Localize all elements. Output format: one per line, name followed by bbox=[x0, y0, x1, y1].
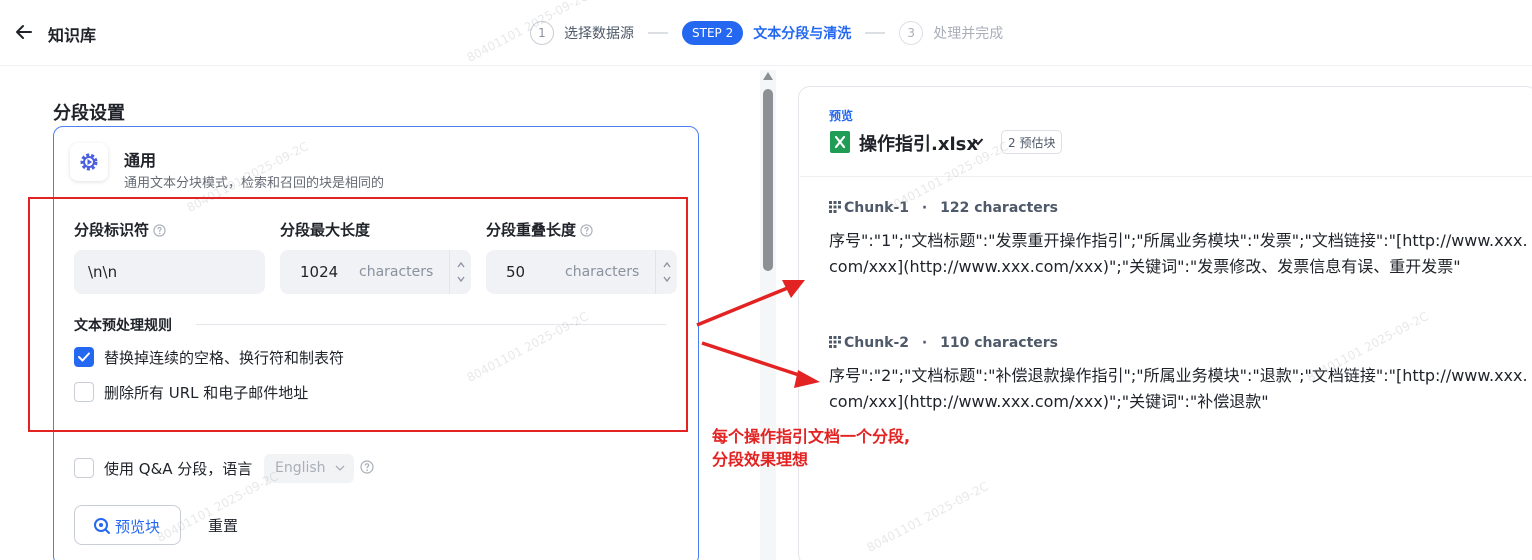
chunk-2-title: Chunk-2 bbox=[844, 335, 910, 351]
top-bar: 知识库 1 选择数据源 STEP 2 文本分段与清洗 3 处理并完成 bbox=[0, 0, 1532, 66]
reset-button[interactable]: 重置 bbox=[208, 515, 238, 536]
preview-label: 预览 bbox=[829, 109, 854, 123]
mode-name: 通用 bbox=[124, 151, 157, 170]
arrow-up-right bbox=[696, 280, 805, 327]
step-divider bbox=[648, 32, 668, 34]
language-value: English bbox=[275, 460, 326, 476]
chevron-down-icon bbox=[335, 465, 345, 471]
step-2-label: 文本分段与清洗 bbox=[753, 26, 852, 42]
stepper: 1 选择数据源 STEP 2 文本分段与清洗 3 处理并完成 bbox=[530, 21, 1003, 45]
preview-divider bbox=[800, 176, 1532, 177]
step-1-label: 选择数据源 bbox=[564, 26, 634, 42]
gear-icon bbox=[80, 153, 98, 171]
mode-icon-box bbox=[70, 143, 108, 181]
annotation-line-1: 每个操作指引文档一个分段, bbox=[712, 427, 911, 446]
preview-search-icon bbox=[94, 518, 110, 534]
qa-label[interactable]: 使用 Q&A 分段，语言 bbox=[104, 458, 252, 479]
section-title: 分段设置 bbox=[53, 103, 125, 124]
step-2-pill: STEP 2 bbox=[682, 21, 744, 45]
scroll-up-arrow-icon[interactable] bbox=[763, 72, 773, 80]
chunk-1-header: Chunk-1 · 122 characters bbox=[829, 200, 1058, 216]
step-3-label: 处理并完成 bbox=[933, 26, 1004, 42]
chunk-2-header: Chunk-2 · 110 characters bbox=[829, 335, 1058, 351]
chevron-down-icon[interactable] bbox=[972, 137, 984, 146]
help-icon[interactable] bbox=[360, 460, 374, 474]
step-3-number: 3 bbox=[899, 21, 924, 45]
excel-file-icon bbox=[830, 131, 850, 153]
arrow-left-icon[interactable] bbox=[14, 22, 34, 42]
grid-dots-icon bbox=[829, 201, 841, 213]
chunk-2-count: 110 characters bbox=[940, 335, 1059, 351]
separator-dot: · bbox=[921, 200, 928, 216]
annotation-line-2: 分段效果理想 bbox=[712, 450, 809, 469]
chunk-2-text: 序号":"2";"文档标题":"补偿退款操作指引";"所属业务模块":"退款";… bbox=[829, 366, 1528, 411]
separator-dot: · bbox=[921, 335, 928, 351]
preview-button-label: 预览块 bbox=[115, 518, 161, 536]
annotation-highlight-box bbox=[28, 197, 688, 432]
qa-checkbox[interactable] bbox=[74, 458, 94, 478]
file-name[interactable]: 操作指引.xlsx bbox=[859, 130, 978, 156]
scrollbar-thumb[interactable] bbox=[763, 89, 773, 271]
grid-dots-icon bbox=[829, 336, 841, 348]
chunk-1-text: 序号":"1";"文档标题":"发票重开操作指引";"所属业务模块":"发票";… bbox=[829, 231, 1528, 276]
step-divider bbox=[865, 32, 886, 34]
chunk-1-count: 122 characters bbox=[940, 200, 1059, 216]
page-title: 知识库 bbox=[48, 26, 97, 45]
